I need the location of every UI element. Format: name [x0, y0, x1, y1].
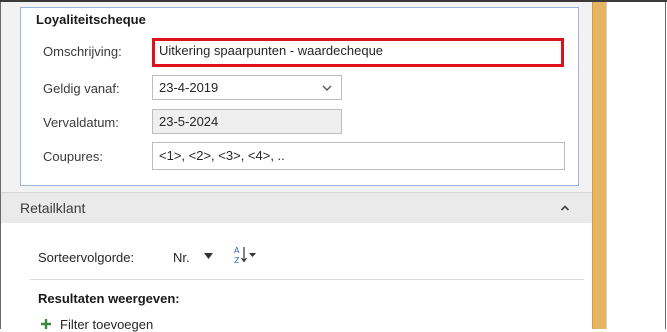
- sort-order-select[interactable]: Nr.: [171, 248, 192, 267]
- sort-order-label: Sorteervolgorde:: [38, 250, 135, 265]
- svg-text:Z: Z: [234, 256, 240, 265]
- coupures-field[interactable]: <1>, <2>, <3>, <4>, ..: [152, 142, 565, 170]
- expiry-date-field: 23-5-2024: [152, 109, 342, 134]
- retail-section-title: Retailklant: [20, 200, 86, 216]
- section-divider: [30, 279, 584, 280]
- window-right-border: [665, 2, 666, 329]
- retail-section-header[interactable]: Retailklant: [1, 192, 592, 224]
- results-title: Resultaten weergeven:: [38, 291, 180, 306]
- valid-from-select[interactable]: 23-4-2019: [152, 75, 342, 100]
- collapse-up-icon[interactable]: [560, 204, 570, 212]
- chevron-down-icon[interactable]: [321, 82, 333, 94]
- expiry-date-label: Vervaldatum:: [43, 115, 119, 130]
- loyalty-section-title: Loyaliteitscheque: [36, 12, 146, 27]
- side-scroll-strip[interactable]: [592, 2, 607, 329]
- plus-icon[interactable]: [41, 319, 51, 329]
- retail-section-body: [1, 223, 592, 329]
- caret-down-icon[interactable]: [204, 253, 213, 259]
- sort-az-icon[interactable]: A Z: [233, 244, 257, 266]
- svg-text:A: A: [234, 246, 240, 255]
- valid-from-value: 23-4-2019: [159, 80, 219, 95]
- strip-divider: [606, 2, 607, 329]
- description-label: Omschrijving:: [43, 44, 122, 59]
- add-filter-link[interactable]: Filter toevoegen: [60, 317, 153, 332]
- coupures-label: Coupures:: [43, 149, 103, 164]
- valid-from-label: Geldig vanaf:: [43, 81, 120, 96]
- description-field[interactable]: Uitkering spaarpunten - waardecheque: [152, 38, 564, 67]
